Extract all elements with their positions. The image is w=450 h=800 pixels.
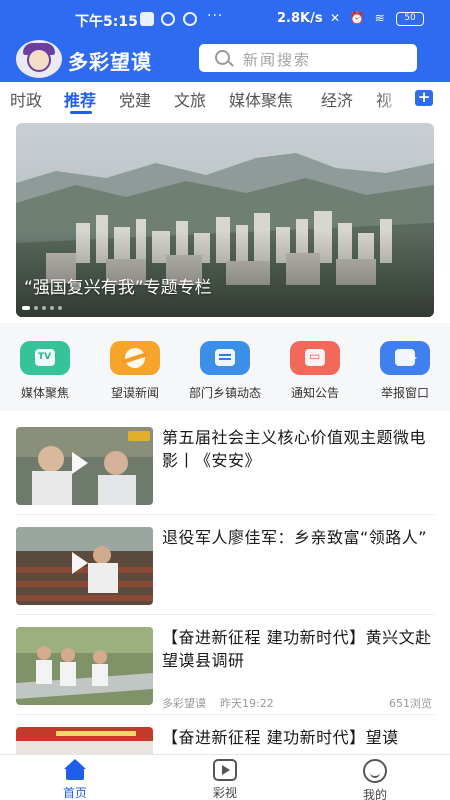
app-screen: 下午5:15 ··· 2.8K/s ✕ ⏰ ≋ 50 多彩望谟 新闻搜索 时政 … [0,0,450,800]
news-thumbnail [16,527,153,605]
banner-caption: “强国复兴有我”专题专栏 [24,278,212,298]
document-icon [200,341,250,375]
tab-media-focus[interactable]: 媒体聚焦 [229,87,293,111]
status-bar: 下午5:15 ··· 2.8K/s ✕ ⏰ ≋ 50 [0,0,450,38]
camera-glyph [395,349,417,366]
category-tabs: 时政 推荐 党建 文旅 媒体聚焦 经济 视 + [0,82,450,118]
quick-link-dept-updates[interactable]: 部门乡镇动态 [183,341,267,401]
app-logo [16,40,62,78]
video-icon [213,759,237,781]
planet-glyph [125,348,145,368]
tab-politics[interactable]: 时政 [10,87,42,111]
news-title: 退役军人廖佳军：乡亲致富“领路人” [162,528,428,547]
nav-video[interactable]: 彩视 [185,759,265,800]
news-item[interactable]: 第五届社会主义核心价值观主题微电影丨《安安》 [16,415,434,515]
quick-link-label: 望谟新闻 [110,386,159,400]
search-icon [215,50,230,65]
notification-icon [161,12,175,26]
news-title: 【奋进新征程 建功新时代】望谟 [162,728,399,747]
active-tab-indicator [70,111,92,114]
quick-link-media-focus[interactable]: 媒体聚焦 [3,341,87,401]
search-placeholder: 新闻搜索 [243,51,312,69]
carousel-dot [58,306,62,310]
news-item[interactable]: 【奋进新征程 建功新时代】黄兴文赴望谟县调研 多彩望谟 昨天19:22 651浏… [16,615,434,715]
logo-face [27,48,51,72]
bottom-nav: 首页 彩视 我的 [0,754,450,800]
document-glyph [215,349,235,366]
battery-icon: 50 [396,12,424,26]
quick-link-notices[interactable]: 通知公告 [273,341,357,401]
planet-icon [110,341,160,375]
app-header: 多彩望谟 新闻搜索 [0,38,450,82]
tab-culture-tourism[interactable]: 文旅 [174,87,206,111]
news-title: 【奋进新征程 建功新时代】黄兴文赴望谟县调研 [162,628,432,670]
message-glyph [305,349,325,366]
carousel-dot [50,306,54,310]
profile-icon [363,759,387,783]
tabs-fade [376,82,410,118]
notification-icon [140,12,154,26]
tab-economy[interactable]: 经济 [321,87,353,111]
news-source: 多彩望谟 [162,697,206,710]
tab-recommended[interactable]: 推荐 [64,87,96,111]
nav-profile[interactable]: 我的 [335,759,415,800]
carousel-dot [42,306,46,310]
search-input[interactable]: 新闻搜索 [199,44,417,72]
status-time: 下午5:15 [75,14,138,30]
quick-links: 媒体聚焦 望谟新闻 部门乡镇动态 通知公告 举报窗口 [0,323,450,411]
carousel-dot-active [22,306,30,310]
tv-icon [20,341,70,375]
tab-party-building[interactable]: 党建 [119,87,151,111]
carousel-dot [34,306,38,310]
news-meta: 多彩望谟 昨天19:22 [162,695,274,711]
tv-glyph [35,349,55,366]
nav-home[interactable]: 首页 [35,759,115,800]
banner-carousel[interactable]: “强国复兴有我”专题专栏 [16,123,434,317]
add-channel-button[interactable]: + [415,90,433,106]
play-icon [72,452,88,474]
notification-icon [183,12,197,26]
carousel-indicator [22,306,66,310]
home-icon [63,759,87,781]
thumbnail-image [16,627,153,705]
news-thumbnail [16,627,153,705]
news-item[interactable]: 退役军人廖佳军：乡亲致富“领路人” [16,515,434,615]
quick-link-label: 部门乡镇动态 [188,386,261,400]
camera-icon [380,341,430,375]
nav-label: 首页 [62,786,87,800]
quick-link-label: 媒体聚焦 [20,386,69,400]
quick-link-label: 通知公告 [290,386,339,400]
nav-label: 彩视 [212,786,237,800]
news-time: 昨天19:22 [220,697,274,710]
quick-link-wangmo-news[interactable]: 望谟新闻 [93,341,177,401]
news-views: 651浏览 [389,697,432,710]
quick-link-report[interactable]: 举报窗口 [363,341,447,401]
app-title: 多彩望谟 [68,50,152,74]
news-title: 第五届社会主义核心价值观主题微电影丨《安安》 [162,428,427,470]
network-speed: 2.8K/s [277,11,323,26]
nav-label: 我的 [362,788,387,800]
more-notifications-icon: ··· [207,8,224,24]
news-thumbnail [16,427,153,505]
quick-link-label: 举报窗口 [380,386,429,400]
play-icon [72,552,88,574]
system-status-icons: ✕ ⏰ ≋ [330,11,388,25]
message-icon [290,341,340,375]
